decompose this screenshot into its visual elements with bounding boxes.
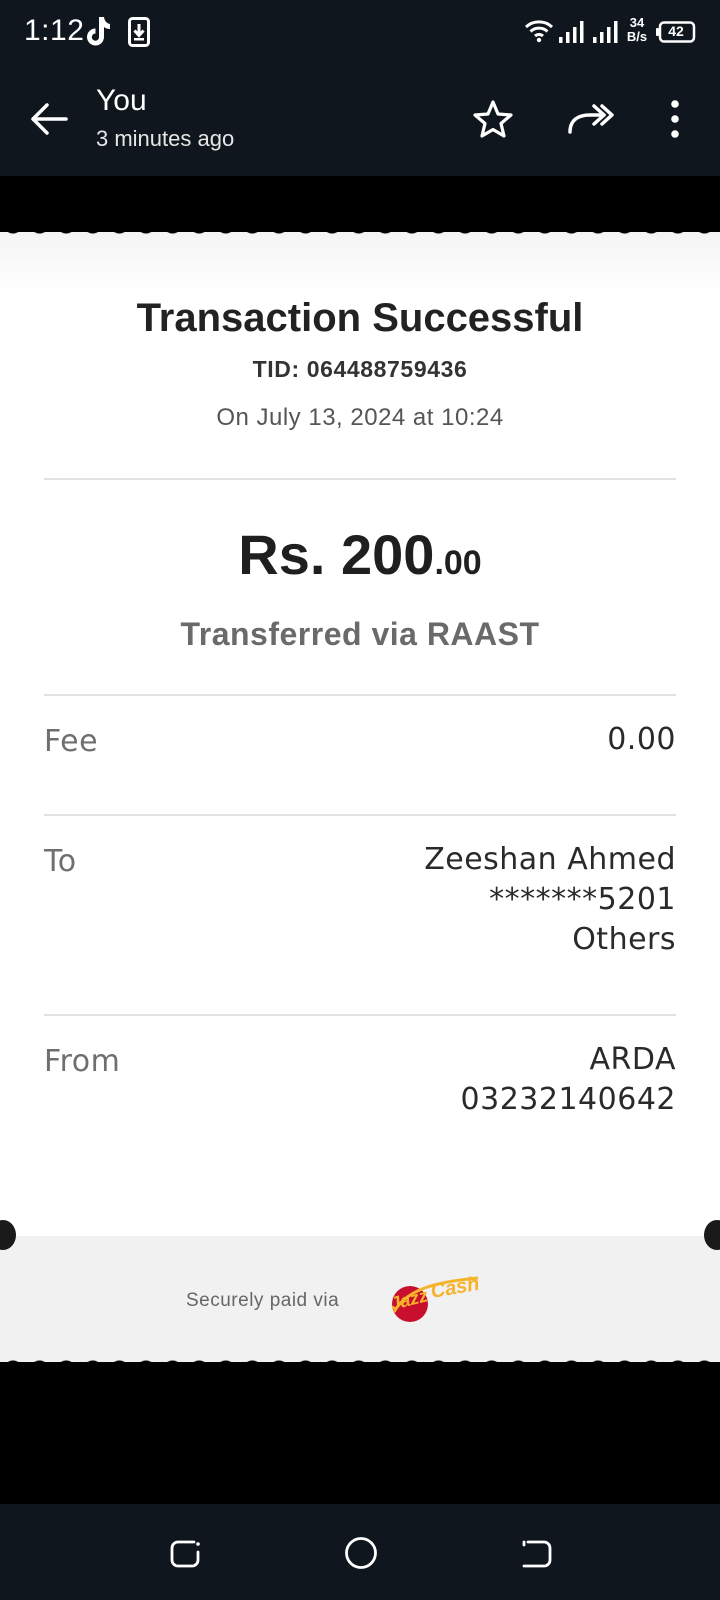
amount-decimal: .00: [434, 544, 482, 582]
fee-value: 0.00: [607, 722, 676, 757]
to-account: *******5201: [489, 882, 676, 917]
status-bar: 1:12 34 B/s 42: [0, 0, 720, 66]
back-icon[interactable]: [520, 1536, 554, 1570]
transfer-method: Transferred via RAAST: [180, 616, 540, 652]
from-name: ARDA: [589, 1042, 676, 1077]
recents-icon[interactable]: [168, 1536, 202, 1570]
navigation-bar: [0, 1504, 720, 1600]
jazzcash-logo: Jazz Cash: [388, 1273, 481, 1322]
signal-icon: [559, 21, 584, 43]
divider: [44, 694, 676, 696]
from-number: 03232140642: [460, 1082, 676, 1117]
divider: [44, 814, 676, 816]
svg-text:Cash: Cash: [429, 1273, 481, 1303]
download-icon: [128, 17, 150, 47]
more-vert-icon[interactable]: [660, 98, 690, 140]
app-bar: You 3 minutes ago: [0, 66, 720, 176]
receipt-card: Transaction Successful TID: 064488759436…: [0, 232, 720, 1362]
to-details: Zeeshan Ahmed *******5201 Others: [424, 840, 676, 960]
transaction-title: Transaction Successful: [136, 296, 584, 340]
network-speed: 34 B/s: [622, 16, 652, 44]
tiktok-icon: [87, 17, 110, 46]
receipt-footer: [0, 1236, 720, 1362]
to-label: To: [44, 844, 77, 879]
transaction-date: On July 13, 2024 at 10:24: [216, 404, 504, 431]
fee-label: Fee: [44, 724, 99, 759]
share-icon[interactable]: [566, 98, 614, 140]
transaction-amount: Rs. 200.00: [0, 522, 720, 587]
divider: [44, 1014, 676, 1016]
amount-main: Rs. 200: [238, 523, 435, 586]
sent-time: 3 minutes ago: [96, 126, 235, 151]
to-name: Zeeshan Ahmed: [424, 842, 676, 877]
from-details: ARDA 03232140642: [461, 1040, 676, 1120]
receipt-scallop-top: [0, 220, 720, 244]
receipt-scallop-bottom: [0, 1350, 720, 1374]
network-speed-unit: B/s: [626, 29, 648, 44]
from-label: From: [44, 1044, 121, 1079]
divider: [44, 478, 676, 480]
status-time: 1:12: [24, 14, 85, 47]
network-speed-value: 34: [629, 15, 645, 30]
battery-level: 42: [668, 23, 684, 39]
back-arrow-icon[interactable]: [26, 96, 72, 142]
wifi-icon: [524, 20, 554, 43]
home-icon[interactable]: [344, 1536, 378, 1570]
star-icon[interactable]: [472, 98, 514, 140]
sender-name: You: [96, 84, 147, 117]
secure-payment-text: Securely paid via: [186, 1290, 340, 1311]
transaction-id: TID: 064488759436: [252, 356, 468, 382]
to-bank: Others: [572, 922, 676, 957]
signal-icon: [593, 21, 618, 43]
